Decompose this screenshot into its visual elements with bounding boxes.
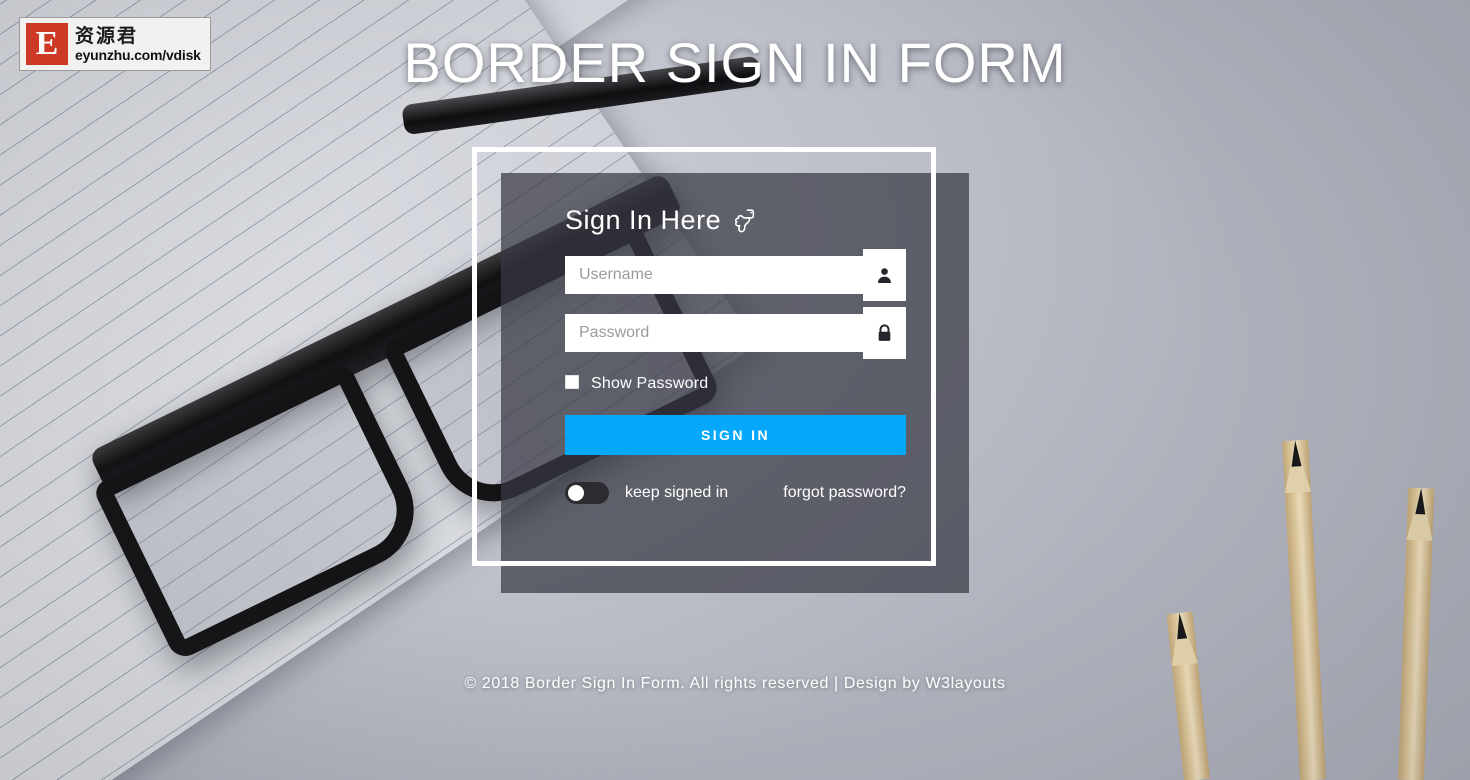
keep-signed-in-toggle[interactable] (565, 482, 609, 504)
show-password-label: Show Password (591, 375, 709, 392)
watermark-logo: E 资源君 eyunzhu.com/vdisk (19, 17, 211, 71)
password-input[interactable] (565, 314, 863, 352)
username-field-row (565, 249, 906, 301)
signin-form: Sign In Here Username Show Password SIGN… (472, 147, 936, 566)
watermark-text: 资源君 eyunzhu.com/vdisk (75, 24, 201, 63)
keep-signed-in-label: keep signed in (625, 484, 729, 501)
watermark-chinese-name: 资源君 (75, 24, 139, 47)
form-heading-label: Sign In Here (565, 205, 722, 235)
toggle-knob (568, 485, 584, 501)
page-footer: © 2018 Border Sign In Form. All rights r… (0, 675, 1470, 693)
page-root: E 资源君 eyunzhu.com/vdisk BORDER SIGN IN F… (0, 0, 1470, 780)
signin-card: Sign In Here Username Show Password SIGN… (472, 147, 969, 593)
forgot-password-link[interactable]: forgot password? (783, 484, 906, 502)
show-password-row[interactable]: Show Password (565, 374, 898, 394)
hand-point-down-icon (732, 208, 756, 234)
sign-in-button[interactable]: SIGN IN (565, 415, 906, 455)
show-password-checkbox[interactable] (565, 375, 579, 389)
watermark-letter-mark: E (26, 23, 68, 65)
footer-designer-link[interactable]: W3layouts (925, 675, 1005, 692)
footer-copyright-text: © 2018 Border Sign In Form. All rights r… (464, 675, 926, 692)
password-field-row (565, 307, 906, 359)
watermark-url: eyunzhu.com/vdisk (75, 46, 201, 63)
card-footer-row: keep signed in forgot password? (565, 482, 906, 504)
user-icon (863, 249, 906, 301)
page-title: BORDER SIGN IN FORM (403, 31, 1067, 94)
form-heading: Sign In Here (565, 205, 898, 236)
username-input[interactable] (565, 256, 863, 294)
lock-icon (863, 307, 906, 359)
